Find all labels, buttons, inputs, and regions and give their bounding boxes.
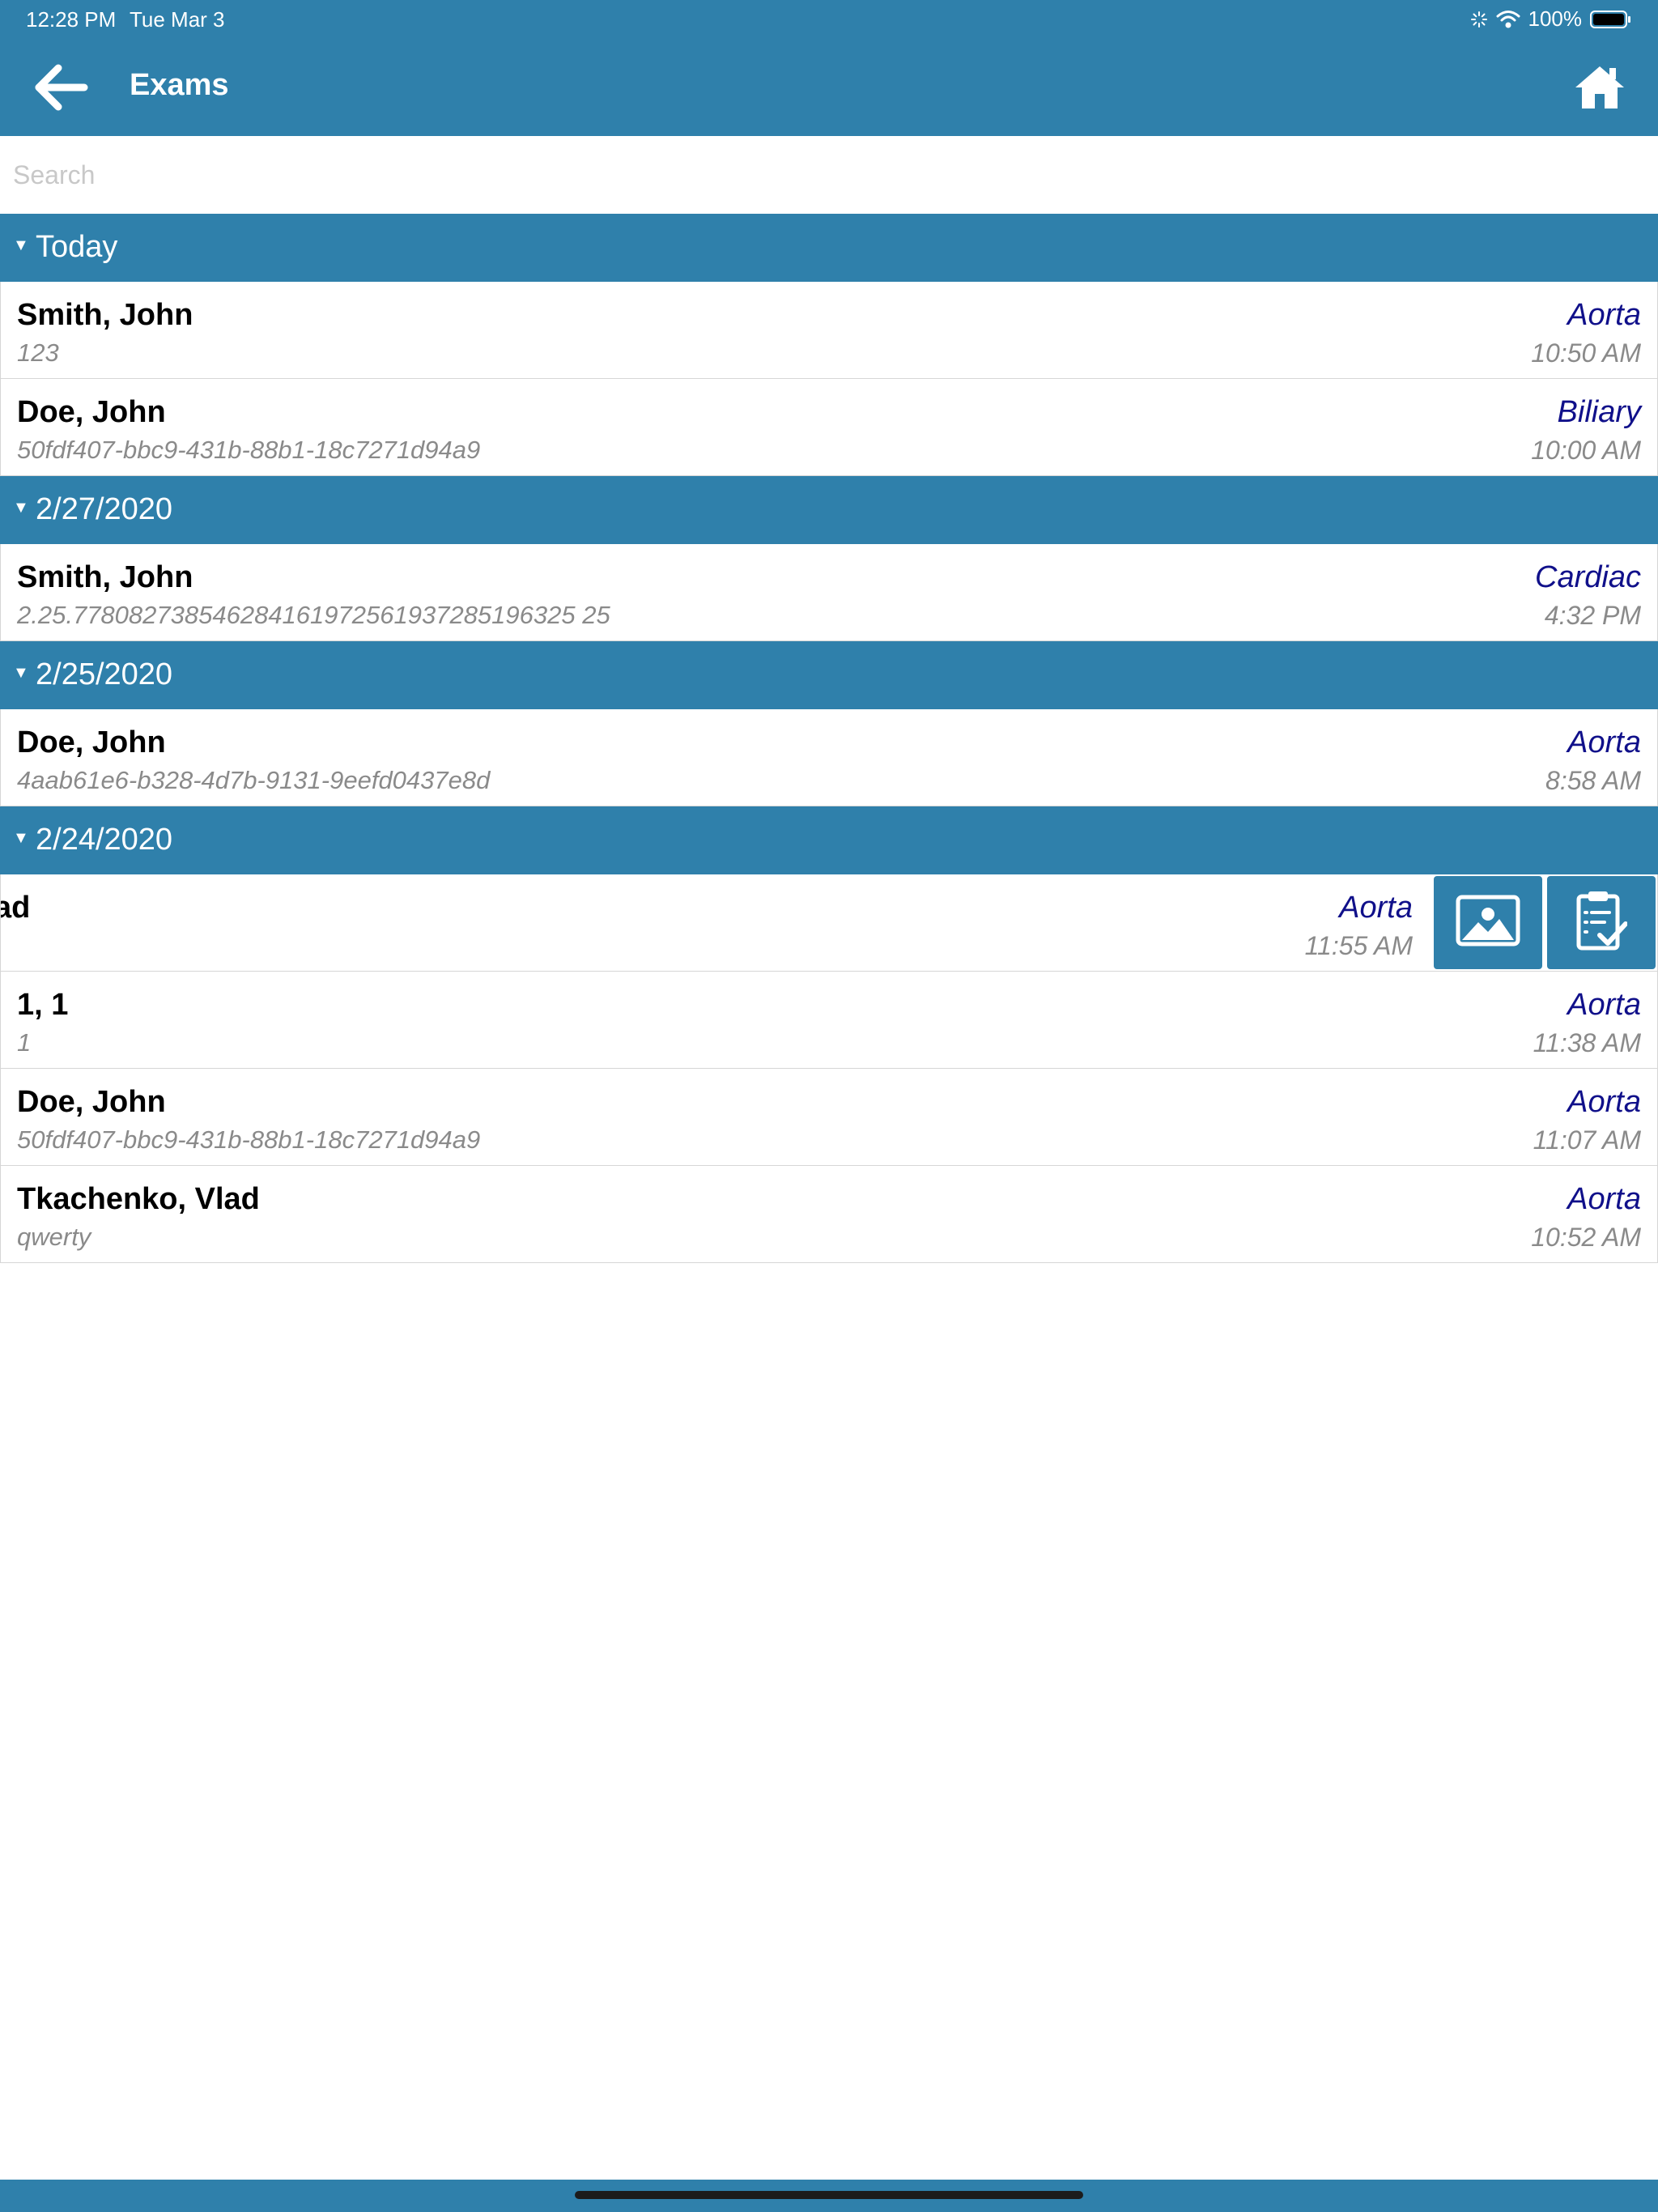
- collapse-triangle-icon: ▼: [13, 829, 29, 847]
- bottom-bar: [0, 2180, 1658, 2212]
- exam-type: Aorta: [1567, 1085, 1641, 1119]
- status-date: Tue Mar 3: [130, 7, 225, 32]
- exam-type: Aorta: [1567, 988, 1641, 1022]
- search-input[interactable]: [0, 136, 1658, 214]
- exam-id: 123: [17, 338, 59, 367]
- page-title: Exams: [130, 68, 229, 102]
- home-indicator[interactable]: [575, 2191, 1083, 2199]
- exam-row[interactable]: Smith, John 123 Aorta 10:50 AM: [0, 282, 1658, 379]
- section-label: 2/27/2020: [36, 492, 173, 526]
- exam-row[interactable]: Doe, John 4aab61e6-b328-4d7b-9131-9eefd04…: [0, 709, 1658, 806]
- image-icon: [1456, 895, 1520, 951]
- exam-row[interactable]: ad Aorta 11:55 AM: [0, 874, 1658, 972]
- exam-time: 8:58 AM: [1545, 766, 1641, 795]
- exam-row[interactable]: Doe, John 50fdf407-bbc9-431b-88b1-18c7271…: [0, 1069, 1658, 1166]
- patient-name: 1, 1: [17, 988, 69, 1022]
- battery-percent: 100%: [1528, 6, 1583, 31]
- patient-name: Doe, John: [17, 725, 166, 759]
- exam-type: Aorta: [1567, 725, 1641, 759]
- checklist-button[interactable]: [1547, 876, 1656, 969]
- exam-type: Cardiac: [1535, 560, 1641, 594]
- exam-time: 11:38 AM: [1533, 1028, 1641, 1057]
- home-icon: [1575, 66, 1624, 108]
- exam-type: Aorta: [1339, 891, 1413, 925]
- section-header[interactable]: ▼ 2/27/2020: [0, 476, 1658, 544]
- section-label: 2/25/2020: [36, 657, 173, 691]
- exam-time: 10:52 AM: [1531, 1223, 1641, 1252]
- collapse-triangle-icon: ▼: [13, 236, 29, 254]
- exam-time: 10:00 AM: [1531, 436, 1641, 465]
- view-images-button[interactable]: [1434, 876, 1542, 969]
- nav-bar: Exams: [0, 39, 1658, 136]
- back-button[interactable]: [32, 63, 97, 112]
- arrow-left-icon: [35, 64, 88, 111]
- patient-name: Smith, John: [17, 560, 193, 594]
- exam-row[interactable]: Smith, John 2.25.778082738546284161972561…: [0, 544, 1658, 641]
- exam-type: Aorta: [1567, 298, 1641, 332]
- exam-list: ▼ Today Smith, John 123 Aorta 10:50 AM Doe, Jo…: [0, 214, 1658, 1263]
- exam-id: 4aab61e6-b328-4d7b-9131-9eefd0437e8d: [17, 766, 491, 794]
- exam-type: Aorta: [1567, 1182, 1641, 1216]
- exam-row[interactable]: Doe, John 50fdf407-bbc9-431b-88b1-18c7271…: [0, 379, 1658, 476]
- collapse-triangle-icon: ▼: [13, 664, 29, 682]
- clipboard-check-icon: [1575, 890, 1628, 955]
- exam-id: 1: [17, 1028, 32, 1057]
- exam-time: 11:07 AM: [1533, 1125, 1641, 1155]
- patient-name: Smith, John: [17, 298, 193, 332]
- collapse-triangle-icon: ▼: [13, 499, 29, 517]
- patient-name: Doe, John: [17, 395, 166, 429]
- home-button[interactable]: [1574, 62, 1626, 113]
- exam-time: 11:55 AM: [1304, 931, 1413, 960]
- section-label: 2/24/2020: [36, 823, 173, 857]
- exam-row[interactable]: 1, 1 1 Aorta 11:38 AM: [0, 972, 1658, 1069]
- wifi-icon: [1496, 10, 1520, 28]
- status-time: 12:28 PM: [26, 7, 117, 32]
- exam-row[interactable]: Tkachenko, Vlad qwerty Aorta 10:52 AM: [0, 1166, 1658, 1263]
- exam-id: 50fdf407-bbc9-431b-88b1-18c7271d94a9: [17, 1125, 481, 1154]
- exam-id: 50fdf407-bbc9-431b-88b1-18c7271d94a9: [17, 436, 481, 464]
- exam-time: 4:32 PM: [1544, 601, 1641, 630]
- section-label: Today: [36, 230, 118, 264]
- status-indicators: 100%: [1470, 6, 1633, 32]
- activity-spinner-icon: [1470, 11, 1487, 28]
- section-header[interactable]: ▼ 2/25/2020: [0, 641, 1658, 709]
- exam-time: 10:50 AM: [1531, 338, 1641, 368]
- exam-type: Biliary: [1557, 395, 1641, 429]
- patient-name: Tkachenko, Vlad: [17, 1182, 260, 1216]
- status-bar: 12:28 PM Tue Mar 3 100%: [0, 0, 1658, 39]
- patient-name: Doe, John: [17, 1085, 166, 1119]
- exam-id: 2.25.77808273854628416197256193728519632…: [17, 601, 610, 629]
- section-header[interactable]: ▼ Today: [0, 214, 1658, 282]
- section-header[interactable]: ▼ 2/24/2020: [0, 806, 1658, 874]
- exam-id: qwerty: [17, 1223, 91, 1251]
- patient-name: ad: [1, 891, 31, 925]
- battery-icon: [1590, 10, 1630, 28]
